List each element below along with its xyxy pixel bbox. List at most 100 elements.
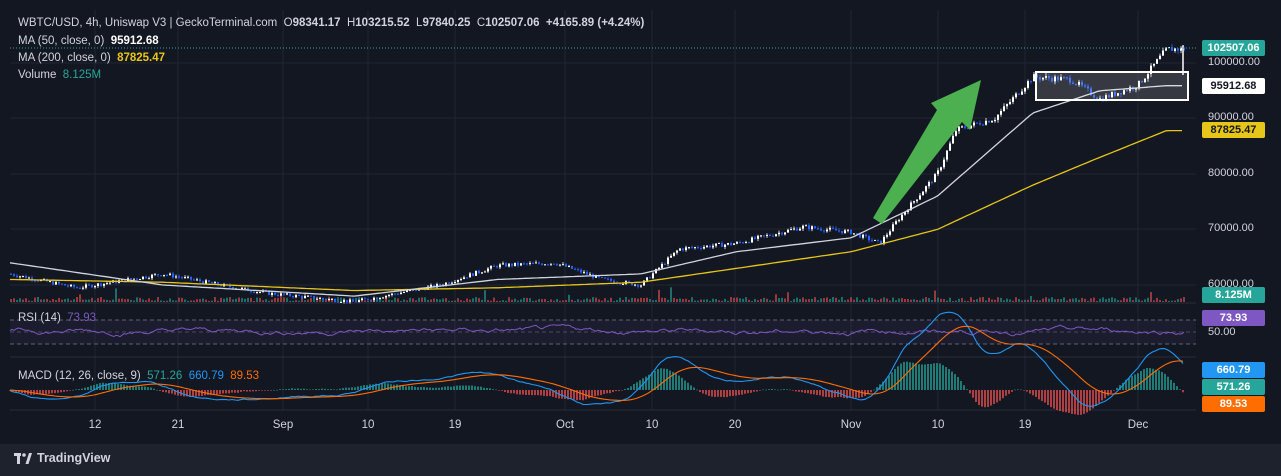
volume-bar: [199, 299, 201, 302]
volume-bar: [70, 300, 72, 302]
volume-bar: [1096, 300, 1098, 302]
candle-body: [475, 270, 477, 276]
symbol-title: WBTC/USD, 4h, Uniswap V3 | GeckoTerminal…: [18, 17, 278, 29]
volume-bar: [1075, 298, 1077, 302]
volume-bar: [976, 299, 978, 302]
macd-hist-bar: [165, 390, 167, 393]
macd-hist-bar: [282, 389, 284, 390]
volume-bar: [271, 299, 273, 302]
candle-body: [277, 294, 279, 296]
volume-bar: [481, 299, 483, 302]
candle-body: [37, 280, 39, 282]
volume-bar: [592, 297, 594, 302]
candle-body: [154, 274, 156, 276]
candle-body: [994, 119, 996, 122]
macd-hist-bar: [120, 384, 122, 390]
volume-bar: [1171, 300, 1173, 302]
candle-body: [937, 170, 939, 175]
signal-legend-value: 660.79: [188, 370, 224, 382]
volume-bar: [448, 300, 450, 302]
macd-hist-bar: [1062, 390, 1064, 412]
volume-bar: [958, 298, 960, 302]
macd-hist-bar: [957, 377, 959, 390]
candle-body: [964, 126, 966, 128]
volume-bar: [400, 300, 402, 302]
macd-hist-bar: [234, 390, 236, 393]
macd-hist-bar: [1104, 390, 1106, 399]
macd-hist-bar: [297, 388, 299, 390]
macd-hist-bar: [594, 390, 596, 397]
macd-hist-bar: [54, 390, 56, 394]
volume-bar: [439, 299, 441, 302]
volume-bar: [772, 300, 774, 302]
macd-hist-bar: [900, 363, 902, 390]
volume-bar: [13, 298, 15, 302]
macd-hist-bar: [504, 390, 506, 393]
macd-hist-bar: [579, 390, 581, 401]
volume-bar: [1000, 297, 1002, 302]
macd-hist-bar: [786, 389, 788, 390]
macd-hist-bar: [1086, 390, 1088, 413]
volume-bar: [595, 297, 597, 302]
macd-hist-bar: [1089, 390, 1091, 411]
consolidation-box: [1035, 71, 1189, 101]
macd-hist-bar: [51, 390, 53, 394]
macd-hist-bar: [756, 390, 758, 392]
candle-body: [64, 284, 66, 286]
candle-body: [283, 293, 285, 295]
macd-hist-bar: [1083, 390, 1085, 414]
volume-legend[interactable]: Volume 8.125M: [18, 69, 101, 81]
candle-body: [916, 199, 918, 202]
volume-bar: [43, 299, 45, 302]
candle-body: [295, 295, 297, 298]
macd-hist-bar: [327, 389, 329, 390]
macd-hist-bar: [975, 390, 977, 403]
macd-hist-bar: [207, 390, 209, 396]
candle-body: [100, 283, 102, 286]
candle-body: [58, 281, 60, 284]
candle-body: [997, 114, 999, 120]
macd-hist-bar: [705, 390, 707, 395]
macd-hist-bar: [960, 380, 962, 390]
volume-bar: [985, 300, 987, 302]
macd-legend[interactable]: MACD (12, 26, close, 9) 571.26 660.79 89…: [18, 370, 259, 382]
candle-body: [778, 232, 780, 235]
volume-bar: [1030, 295, 1032, 302]
candle-body: [328, 298, 330, 300]
volume-bar: [640, 297, 642, 302]
candle-body: [256, 291, 258, 293]
macd-hist-bar: [90, 385, 92, 390]
macd-hist-bar: [1161, 371, 1163, 390]
volume-bar: [865, 300, 867, 302]
candle-body: [553, 263, 555, 265]
candle-body: [202, 281, 204, 284]
macd-hist-bar: [150, 387, 152, 390]
macd-hist-bar: [651, 372, 653, 390]
ma50-legend-value: 95912.68: [110, 35, 159, 47]
volume-bar: [868, 297, 870, 302]
tradingview-logo[interactable]: TradingView: [14, 451, 110, 465]
macd-hist-bar: [87, 386, 89, 390]
candle-body: [913, 201, 915, 203]
ma200-legend[interactable]: MA (200, close, 0) 87825.47: [18, 52, 165, 64]
rsi-legend[interactable]: RSI (14) 73.93: [18, 312, 96, 324]
volume-bar: [613, 300, 615, 302]
candle-body: [1027, 81, 1029, 88]
candle-body: [673, 252, 675, 256]
ma50-legend[interactable]: MA (50, close, 0) 95912.68: [18, 35, 159, 47]
macd-hist-bar: [624, 389, 626, 390]
volume-bar: [109, 300, 111, 302]
candle-body: [394, 293, 396, 295]
candle-body: [610, 278, 612, 281]
volume-bar: [157, 297, 159, 302]
candle-body: [130, 278, 132, 280]
macd-hist-bar: [729, 390, 731, 397]
volume-bar: [307, 299, 309, 302]
candle-body: [562, 264, 564, 266]
candle-body: [943, 159, 945, 168]
macd-hist-bar: [162, 390, 164, 393]
candle-body: [706, 245, 708, 247]
macd-hist-bar: [225, 390, 227, 394]
trading-chart[interactable]: [0, 0, 1281, 476]
volume-bar: [997, 297, 999, 302]
